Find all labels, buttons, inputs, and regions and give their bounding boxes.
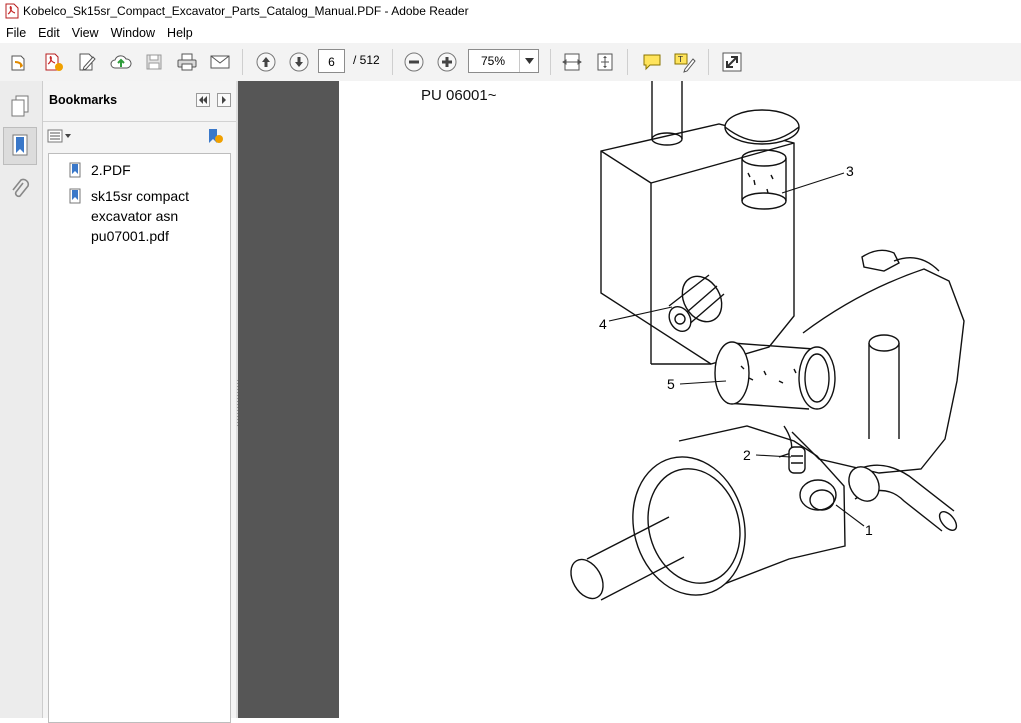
highlight-text-icon[interactable]: T — [672, 50, 698, 74]
zoom-select[interactable]: 75% — [468, 49, 539, 73]
print-icon[interactable] — [174, 50, 200, 74]
menu-help[interactable]: Help — [161, 26, 199, 40]
callout-5: 5 — [667, 376, 675, 392]
menu-edit[interactable]: Edit — [32, 26, 66, 40]
toolbar-separator — [708, 49, 709, 75]
zoom-value: 75% — [480, 54, 506, 68]
parts-diagram: PU 06001~ 3 4 5 2 1 — [421, 81, 965, 601]
edit-pdf-icon[interactable] — [75, 50, 101, 74]
new-bookmark-icon[interactable] — [206, 127, 224, 148]
callout-3: 3 — [846, 163, 854, 179]
document-viewport[interactable]: PU 06001~ 3 4 5 2 1 — [238, 81, 1021, 718]
toolbar-separator — [242, 49, 243, 75]
bookmark-label: 2.PDF — [91, 162, 131, 178]
upload-cloud-icon[interactable] — [108, 50, 134, 74]
bookmark-item[interactable]: 2.PDF — [69, 160, 211, 180]
zoom-out-icon[interactable] — [401, 50, 427, 74]
zoom-in-icon[interactable] — [434, 50, 460, 74]
pdf-app-icon — [5, 3, 19, 19]
email-icon[interactable] — [207, 50, 233, 74]
bookmark-icon — [69, 162, 81, 178]
toolbar-separator — [627, 49, 628, 75]
toolbar-separator — [550, 49, 551, 75]
page-thumbnails-icon[interactable] — [3, 87, 37, 125]
save-icon[interactable] — [141, 50, 167, 74]
create-pdf-icon[interactable] — [41, 50, 67, 74]
window-title: Kobelco_Sk15sr_Compact_Excavator_Parts_C… — [23, 4, 469, 18]
title-bar: Kobelco_Sk15sr_Compact_Excavator_Parts_C… — [0, 0, 1021, 22]
pdf-page: PU 06001~ 3 4 5 2 1 — [339, 81, 1021, 718]
page-total: / 512 — [353, 53, 380, 67]
options-menu-icon[interactable] — [47, 129, 73, 146]
bookmark-label: sk15sr compact excavator asn pu07001.pdf — [91, 188, 190, 244]
callout-1: 1 — [865, 522, 873, 538]
chevron-down-icon[interactable] — [519, 50, 538, 72]
toolbar-separator — [392, 49, 393, 75]
page-header-text: PU 06001~ — [421, 87, 497, 104]
bookmarks-list: 2.PDF sk15sr compact excavator asn pu070… — [48, 153, 231, 723]
menu-bar: File Edit View Window Help — [0, 22, 1021, 43]
callout-2: 2 — [743, 447, 751, 463]
navigation-rail — [0, 81, 43, 718]
attachments-paperclip-icon[interactable] — [3, 171, 37, 209]
expand-read-mode-icon[interactable] — [719, 50, 745, 74]
open-file-icon[interactable] — [7, 50, 33, 74]
fit-width-icon[interactable] — [559, 50, 585, 74]
page-number-input[interactable]: 6 — [318, 49, 345, 73]
expand-panel-icon[interactable] — [217, 93, 231, 107]
bookmarks-panel: Bookmarks 2.PDF sk15sr compact excavator… — [43, 81, 236, 723]
svg-text:T: T — [677, 55, 683, 64]
previous-page-icon[interactable] — [253, 50, 279, 74]
bookmarks-panel-icon[interactable] — [3, 127, 37, 165]
menu-file[interactable]: File — [0, 26, 32, 40]
bookmark-item[interactable]: sk15sr compact excavator asn pu07001.pdf — [69, 186, 211, 246]
bookmarks-toolbar — [43, 122, 236, 152]
bookmark-icon — [69, 188, 81, 204]
menu-window[interactable]: Window — [105, 26, 161, 40]
next-page-icon[interactable] — [286, 50, 312, 74]
callout-4: 4 — [599, 316, 607, 332]
collapse-panel-icon[interactable] — [196, 93, 210, 107]
bookmarks-header: Bookmarks — [43, 81, 236, 122]
comment-icon[interactable] — [639, 50, 665, 74]
fit-page-icon[interactable] — [592, 50, 618, 74]
bookmarks-title: Bookmarks — [49, 93, 118, 107]
menu-view[interactable]: View — [66, 26, 105, 40]
